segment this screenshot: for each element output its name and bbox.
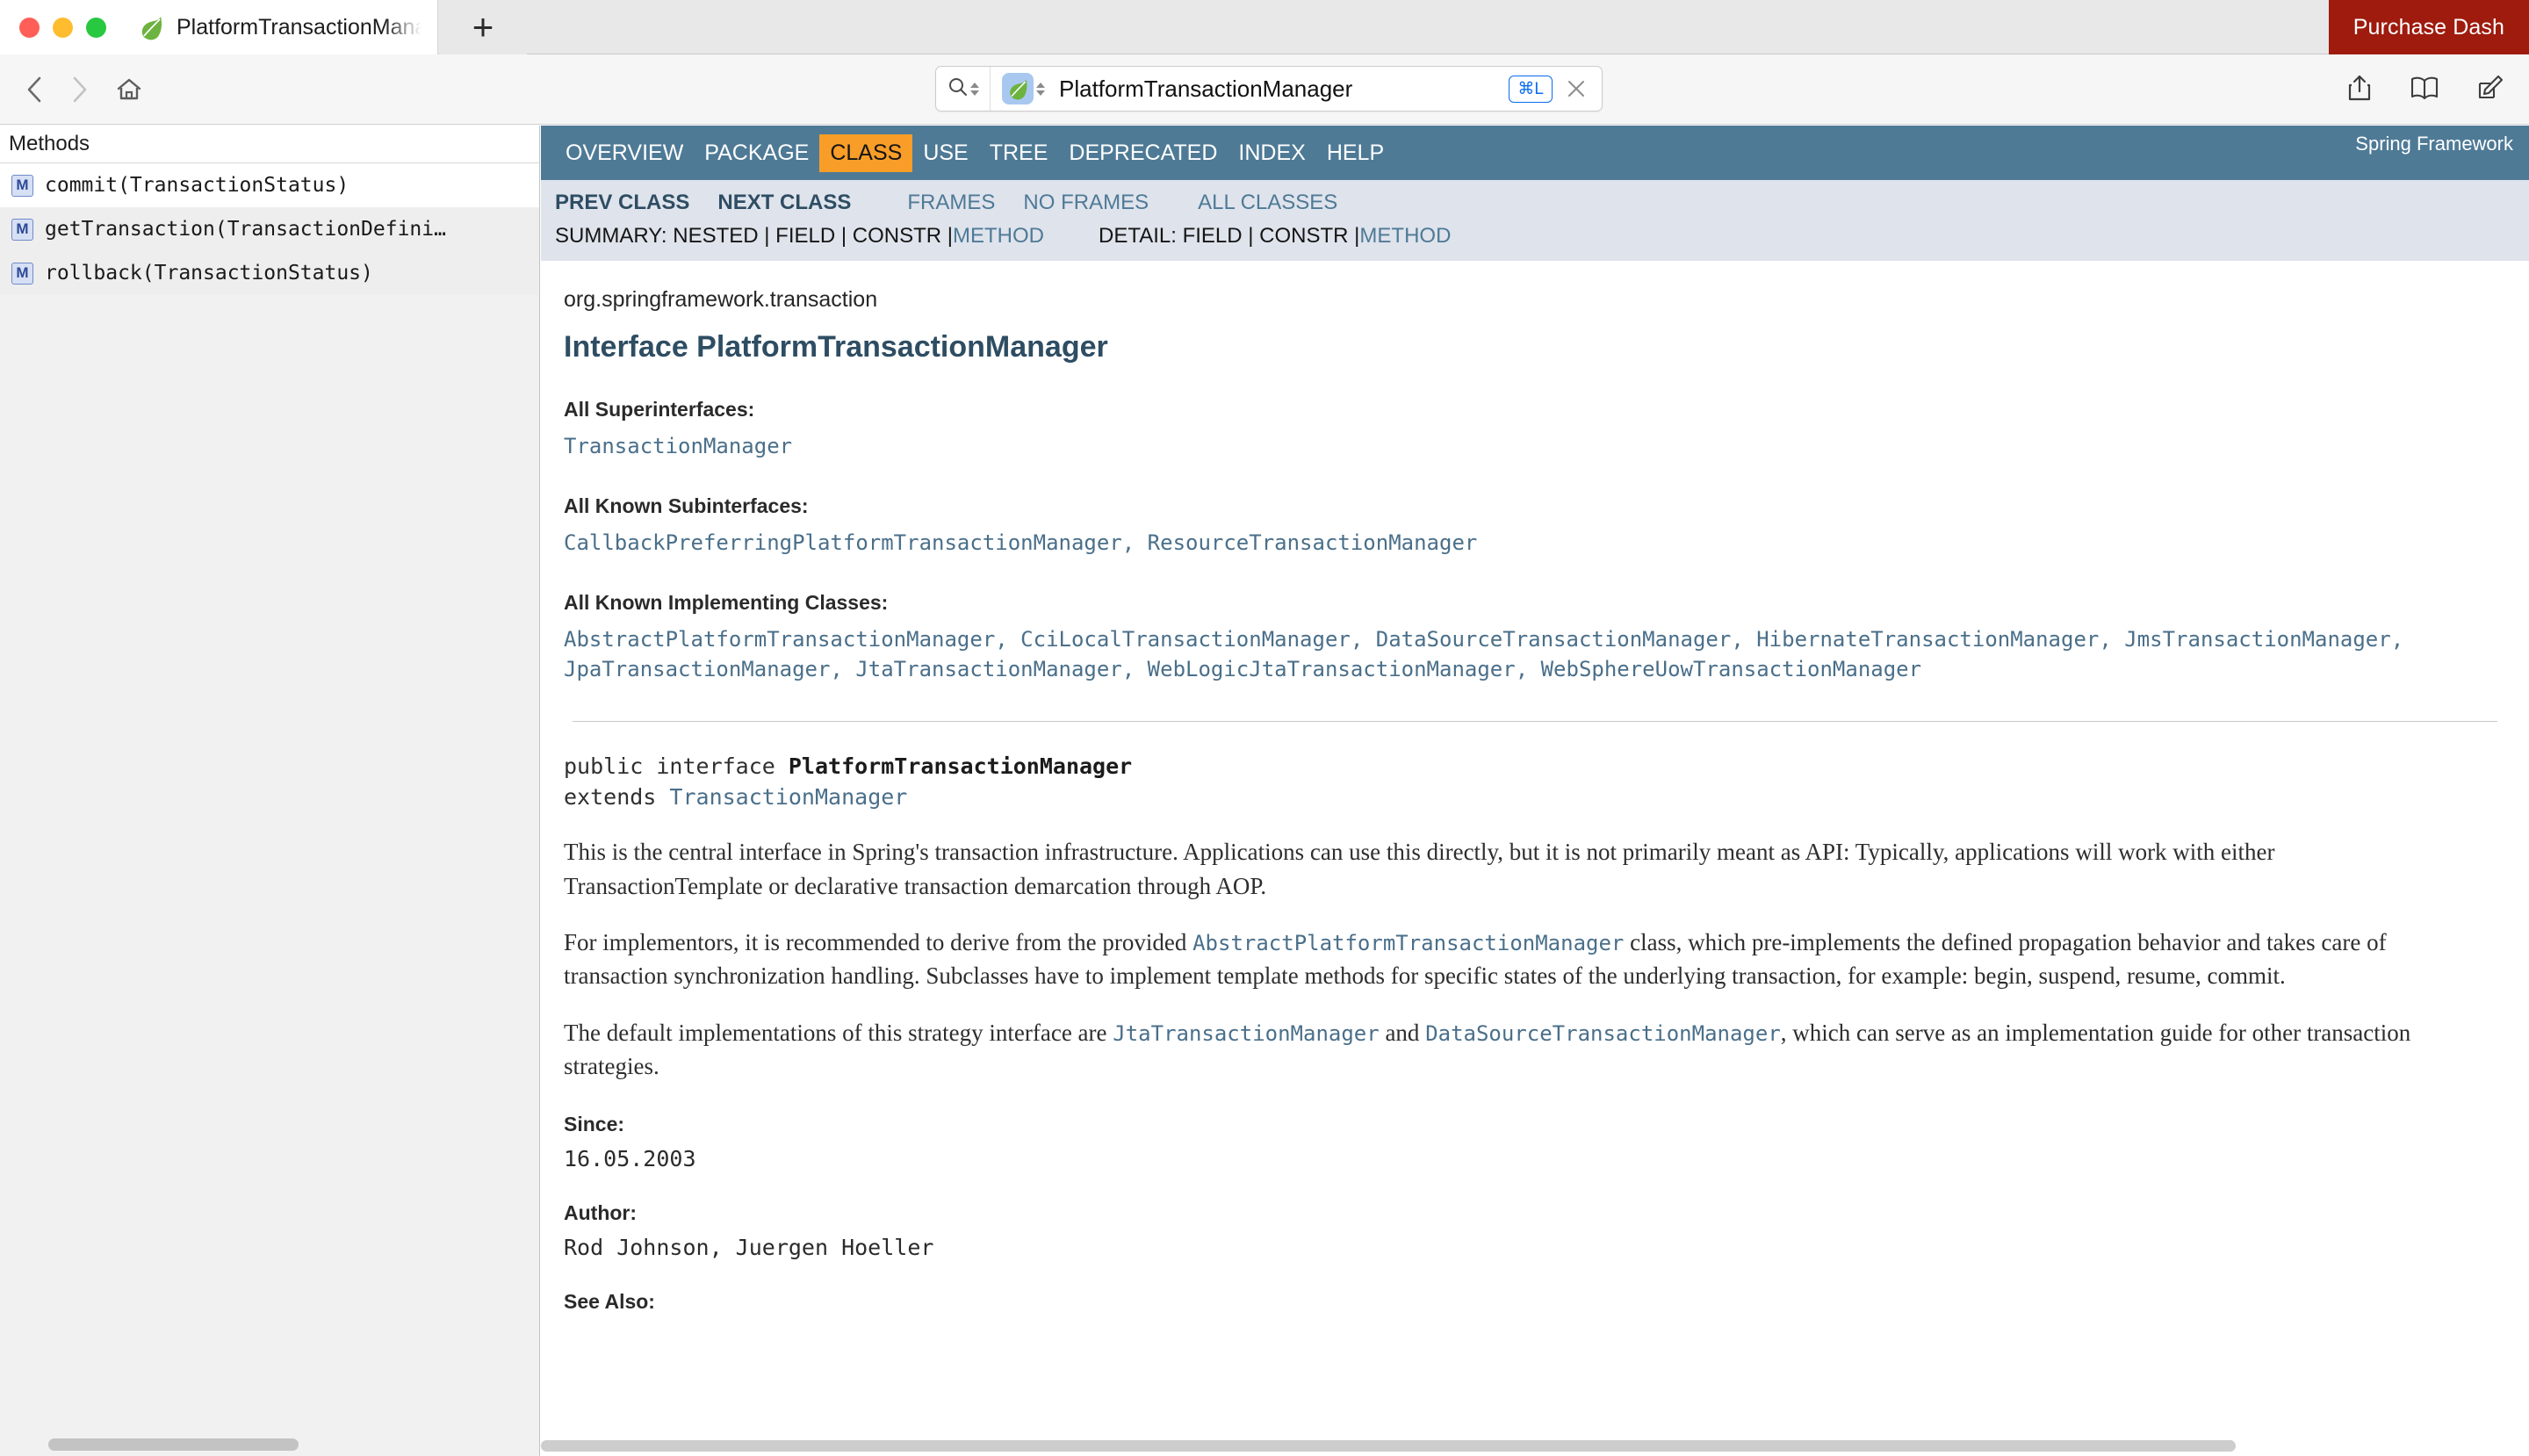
superinterfaces-list[interactable]: TransactionManager: [564, 431, 2506, 461]
datasource-transaction-manager-link[interactable]: DataSourceTransactionManager: [1425, 1021, 1781, 1046]
description-paragraph-2: For implementors, it is recommended to d…: [564, 926, 2478, 993]
declaration-modifiers: public interface: [564, 753, 789, 780]
javadoc-body: org.springframework.transaction Interfac…: [541, 261, 2529, 1314]
frames-link[interactable]: FRAMES: [907, 191, 995, 215]
page-title: Interface PlatformTransactionManager: [564, 330, 1108, 364]
section-divider: [573, 721, 2497, 723]
new-tab-button[interactable]: +: [439, 0, 527, 54]
detail-label: DETAIL: FIELD | CONSTR |: [1099, 224, 1360, 248]
class-declaration: public interface PlatformTransactionMana…: [564, 752, 2506, 812]
purchase-dash-button[interactable]: Purchase Dash: [2328, 0, 2529, 54]
chevron-right-icon[interactable]: [70, 76, 90, 104]
window-title-bar: PlatformTransactionManag + Purchase Dash: [0, 0, 2529, 54]
nav-overview[interactable]: OVERVIEW: [555, 134, 694, 172]
since-value: 16.05.2003: [564, 1146, 696, 1172]
prev-class-link[interactable]: PREV CLASS: [555, 191, 689, 215]
spring-leaf-icon: [138, 14, 164, 40]
browser-tab-title: PlatformTransactionManag: [177, 14, 422, 40]
nav-class[interactable]: CLASS: [819, 133, 913, 172]
toolbar-actions: [2346, 54, 2504, 125]
sidebar-item-label: rollback(TransactionStatus): [45, 262, 373, 285]
navigation-controls: [25, 76, 142, 104]
declaration-extends-type[interactable]: TransactionManager: [669, 784, 907, 810]
home-icon[interactable]: [116, 76, 142, 103]
abstract-platform-transaction-manager-link[interactable]: AbstractPlatformTransactionManager: [1192, 931, 1624, 955]
declaration-extends-keyword: extends: [564, 783, 670, 810]
browser-toolbar: ⌘L: [0, 54, 2529, 125]
spring-docset-icon: [1002, 73, 1034, 105]
content-horizontal-scrollbar[interactable]: [541, 1440, 2236, 1452]
paragraph-3-pre: The default implementations of this stra…: [564, 1019, 1113, 1046]
javadoc-sub-navbar: PREV CLASS NEXT CLASS FRAMES NO FRAMES A…: [541, 180, 2529, 261]
search-scope-stepper-icon: [969, 82, 979, 96]
since-heading: Since:: [564, 1113, 625, 1136]
close-window-button[interactable]: [19, 17, 40, 38]
docset-selector[interactable]: [1002, 73, 1045, 105]
method-badge-icon: M: [11, 262, 33, 285]
detail-method-link[interactable]: METHOD: [1359, 224, 1451, 249]
all-classes-link[interactable]: ALL CLASSES: [1198, 191, 1337, 215]
sidebar-horizontal-scrollbar[interactable]: [48, 1438, 299, 1451]
close-icon[interactable]: [1565, 77, 1588, 100]
sidebar-header: Methods: [0, 126, 539, 163]
methods-sidebar: Methods M commit(TransactionStatus) M ge…: [0, 126, 540, 1456]
nav-use[interactable]: USE: [912, 134, 978, 172]
search-bar[interactable]: ⌘L: [935, 66, 1603, 112]
sidebar-item-label: commit(TransactionStatus): [45, 174, 349, 197]
description-paragraph-3: The default implementations of this stra…: [564, 1016, 2478, 1084]
summary-method-link[interactable]: METHOD: [953, 224, 1044, 249]
search-input[interactable]: [1059, 75, 1509, 103]
chevron-left-icon[interactable]: [25, 76, 44, 104]
javadoc-content-pane: OVERVIEW PACKAGE CLASS USE TREE DEPRECAT…: [541, 126, 2529, 1456]
implementing-classes-heading: All Known Implementing Classes:: [564, 591, 889, 615]
search-scope-selector[interactable]: [936, 67, 991, 111]
sidebar-item-get-transaction[interactable]: M getTransaction(TransactionDefini…: [0, 207, 539, 251]
package-name: org.springframework.transaction: [564, 287, 878, 312]
sidebar-item-commit[interactable]: M commit(TransactionStatus): [0, 163, 539, 207]
subinterfaces-heading: All Known Subinterfaces:: [564, 494, 809, 518]
see-also-heading: See Also:: [564, 1290, 655, 1314]
sidebar-item-label: getTransaction(TransactionDefini…: [45, 218, 446, 241]
author-heading: Author:: [564, 1201, 638, 1225]
paragraph-3-mid: and: [1379, 1019, 1426, 1046]
annotate-icon[interactable]: [2476, 75, 2504, 105]
nav-deprecated[interactable]: DEPRECATED: [1058, 134, 1228, 172]
minimize-window-button[interactable]: [53, 17, 73, 38]
description-paragraph-1: This is the central interface in Spring'…: [564, 839, 2275, 899]
search-shortcut-badge: ⌘L: [1509, 75, 1553, 103]
declaration-name: PlatformTransactionManager: [788, 753, 1133, 780]
summary-label: SUMMARY: NESTED | FIELD | CONSTR |: [555, 224, 953, 248]
next-class-link[interactable]: NEXT CLASS: [717, 191, 851, 215]
share-icon[interactable]: [2346, 74, 2373, 106]
browser-tab[interactable]: PlatformTransactionManag: [122, 0, 438, 54]
paragraph-2-pre: For implementors, it is recommended to d…: [564, 928, 1193, 955]
sidebar-item-rollback[interactable]: M rollback(TransactionStatus): [0, 251, 539, 295]
method-badge-icon: M: [11, 218, 33, 241]
javadoc-brand-label: Spring Framework: [2355, 133, 2513, 155]
superinterfaces-heading: All Superinterfaces:: [564, 398, 755, 421]
javadoc-top-navbar: OVERVIEW PACKAGE CLASS USE TREE DEPRECAT…: [541, 126, 2529, 180]
book-icon[interactable]: [2410, 76, 2439, 105]
author-value: Rod Johnson, Juergen Hoeller: [564, 1235, 934, 1261]
magnifier-icon: [947, 76, 969, 102]
subinterfaces-list[interactable]: CallbackPreferringPlatformTransactionMan…: [564, 528, 2506, 558]
no-frames-link[interactable]: NO FRAMES: [1023, 191, 1149, 215]
nav-help[interactable]: HELP: [1316, 134, 1394, 172]
method-badge-icon: M: [11, 174, 33, 197]
maximize-window-button[interactable]: [86, 17, 106, 38]
docset-stepper-icon: [1036, 82, 1045, 96]
nav-tree[interactable]: TREE: [979, 134, 1059, 172]
jta-transaction-manager-link[interactable]: JtaTransactionManager: [1113, 1021, 1379, 1046]
implementing-classes-list[interactable]: AbstractPlatformTransactionManager, CciL…: [564, 624, 2506, 684]
nav-index[interactable]: INDEX: [1228, 134, 1315, 172]
window-controls: [0, 0, 122, 54]
nav-package[interactable]: PACKAGE: [694, 134, 819, 172]
